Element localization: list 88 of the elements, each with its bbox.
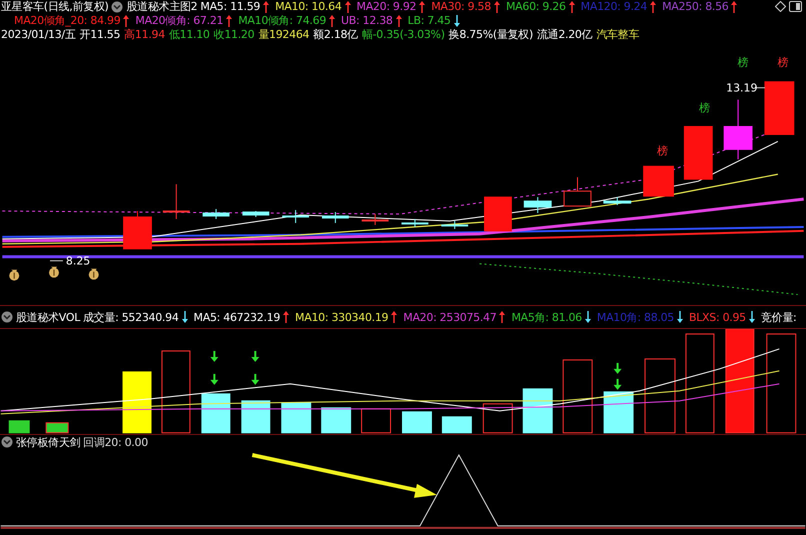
volume-bar: [321, 408, 352, 434]
quote-value: 汽车整车: [596, 28, 640, 42]
indicator-name: 股道秘术主图2: [126, 0, 198, 14]
indicator-value: MA250: 8.56: [662, 0, 728, 14]
candlestick: [484, 196, 512, 232]
indicator-value: MA120: 9.24: [580, 0, 648, 14]
volume-bar: [8, 420, 30, 434]
indicator-value: MA30: 9.58: [431, 0, 491, 14]
indicator-name: 张停板倚天剑: [16, 436, 80, 449]
quote-value: 量192464: [258, 28, 310, 42]
indicator-value: MA60: 9.26: [506, 0, 566, 14]
indicator-value: MA20: 9.92: [356, 0, 416, 14]
panel-toggle-icon[interactable]: [789, 1, 802, 12]
indicator-value: UB: 12.38: [341, 14, 393, 28]
money-bag-icon: [88, 268, 99, 280]
down-arrow-icon: [210, 374, 218, 386]
quote-value: 流通2.20亿: [536, 28, 592, 42]
money-bag-icon: [49, 266, 59, 278]
indicator-name: 股道秘术VOL: [16, 310, 80, 324]
candlestick: [564, 176, 592, 206]
candlestick: [603, 196, 632, 206]
signal-marker: 榜: [698, 102, 710, 114]
stock-title: 亚星客车(日线,前复权): [1, 0, 108, 14]
indicator-value: MA5: 11.59: [200, 0, 260, 14]
quote-value: 换8.75%(量复权): [448, 28, 533, 42]
candlestick: [524, 196, 552, 214]
volume-bar: [522, 388, 553, 434]
quote-value: 开11.55: [80, 28, 120, 42]
volume-bar: [402, 412, 432, 434]
volume-bar: [442, 416, 472, 434]
indicator-value: MA20倾角: 67.21: [135, 14, 224, 28]
indicator-value: 成交量: 552340.94: [83, 310, 179, 324]
down-arrow-icon: [210, 351, 218, 362]
candlestick: [162, 184, 190, 220]
quote-value: 低11.10: [168, 28, 210, 42]
signal-marker: 榜: [777, 56, 788, 69]
quote-value: 高11.94: [124, 28, 165, 42]
down-arrow-icon: [614, 363, 622, 374]
candlestick: [123, 210, 152, 250]
money-bag-icon: [9, 270, 20, 281]
signal-marker: 榜: [657, 144, 668, 158]
down-arrow-icon: [251, 374, 260, 386]
volume-bar: [46, 422, 69, 434]
price-label: 8.25: [66, 254, 90, 268]
indicator-value: MA10: 330340.19: [295, 310, 388, 324]
candlestick: [402, 218, 428, 228]
signal-marker: 榜: [738, 56, 749, 69]
down-arrow-icon: [251, 351, 260, 362]
volume-bar: [361, 408, 392, 434]
volume-bar: [482, 404, 513, 434]
indicator-value: 回调20: 0.00: [83, 436, 148, 449]
candlestick: [282, 209, 310, 224]
indicator-value: MA20: 253075.47: [403, 310, 496, 324]
indicator-value: MA5: 467232.19: [194, 310, 280, 324]
candlestick: [643, 166, 674, 197]
indicator-value: MA5角: 81.06: [511, 310, 582, 324]
candlestick: [764, 81, 794, 135]
down-arrow-icon: [614, 379, 622, 390]
volume-bar: [604, 392, 634, 434]
indicator-value: LB: 7.45: [408, 14, 451, 28]
candlestick: [322, 211, 349, 224]
volume-bar: [281, 402, 312, 434]
indicator-value: MA20倾角_20: 84.99: [14, 14, 120, 28]
candlestick: [441, 220, 468, 230]
volume-bar: [241, 400, 270, 434]
candlestick: [724, 99, 753, 160]
volume-bar: [122, 372, 152, 434]
quote-value: 额2.18亿: [313, 28, 358, 42]
candlestick: [684, 126, 713, 180]
volume-bar: [201, 394, 230, 434]
indicator-value: MA10角: 88.05: [596, 310, 674, 324]
collapse-icon[interactable]: [111, 0, 124, 13]
price-label: 13.19: [726, 82, 758, 95]
quote-value: 收11.20: [214, 28, 254, 42]
candlestick: [202, 208, 230, 220]
leader-line: [754, 87, 766, 88]
quote-value: 幅-0.35(-3.03%): [362, 28, 445, 42]
leader-line: [50, 260, 64, 262]
indicator-value: MA10倾角: 74.69: [238, 14, 326, 28]
indicator-value: BLXS: 0.95: [688, 310, 746, 324]
collapse-icon[interactable]: [1, 436, 13, 448]
indicator-value: MA10: 10.64: [275, 0, 342, 14]
candlestick: [242, 210, 270, 218]
auction-volume-label: 竞价量:: [760, 310, 796, 324]
quote-value: 2023/01/13/五: [1, 28, 76, 42]
diamond-icon[interactable]: [775, 1, 786, 12]
collapse-icon[interactable]: [1, 311, 13, 324]
candlestick: [362, 213, 389, 226]
